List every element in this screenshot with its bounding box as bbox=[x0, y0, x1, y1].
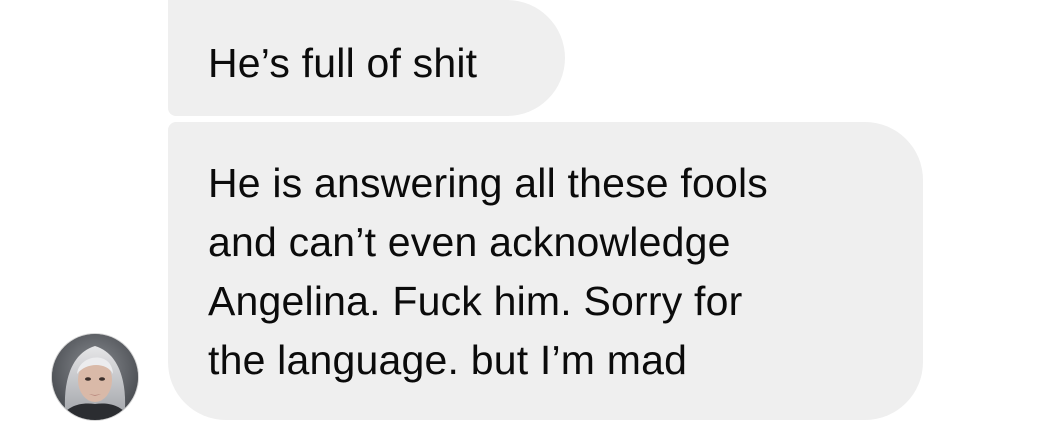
message-thread: He’s full of shit He is answering all th… bbox=[0, 0, 1060, 445]
message-bubble[interactable]: He is answering all these fools and can’… bbox=[168, 122, 923, 420]
message-bubble[interactable]: He’s full of shit bbox=[168, 0, 565, 116]
avatar-photo bbox=[52, 334, 138, 420]
avatar[interactable] bbox=[52, 334, 138, 420]
